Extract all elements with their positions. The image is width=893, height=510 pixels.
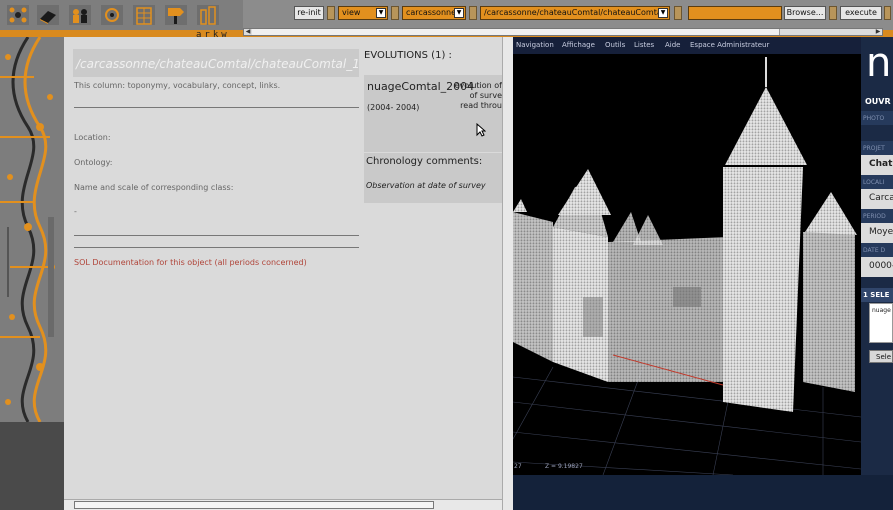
tower-icon[interactable]: [196, 4, 220, 26]
class-value: -: [74, 207, 77, 216]
date-label: DATE D: [863, 247, 886, 254]
left-decorative-panel: [0, 37, 64, 422]
signpost-icon[interactable]: [164, 4, 188, 26]
period-value: Moyen: [869, 227, 893, 237]
sol-documentation-link[interactable]: SOL Documentation for this object (all p…: [74, 258, 307, 267]
scroll-thumb[interactable]: [252, 29, 780, 35]
network-icon[interactable]: [6, 4, 30, 26]
menu-espace-admin[interactable]: Espace Administrateur: [690, 41, 769, 49]
period-row: PERIOD: [861, 209, 893, 223]
scroll-thumb[interactable]: [74, 501, 434, 509]
right-heading: OUVR: [865, 97, 891, 106]
middle-vertical-scrollbar[interactable]: [502, 37, 513, 510]
location-value-row: Carca: [861, 189, 893, 209]
path-select-value: /carcassonne/chateauComtal/chateauComtal…: [484, 8, 670, 17]
right-info-panel: n OUVR PHOTO PROJET Chat LOCALI Carca PE…: [861, 37, 893, 475]
chronology-heading: Chronology comments:: [366, 156, 483, 167]
circuit-decoration-icon: [0, 37, 55, 422]
divider: [74, 107, 359, 108]
menu-affichage[interactable]: Affichage: [562, 41, 595, 49]
evolutions-heading: EVOLUTIONS (1) :: [364, 50, 452, 61]
projet-value-row: Chat: [861, 155, 893, 175]
site-select[interactable]: carcassonne ▼: [402, 6, 466, 20]
evolution-desc-line: read throu: [460, 101, 502, 110]
target-icon[interactable]: [100, 4, 124, 26]
tool-icon-strip: [0, 0, 243, 30]
middle-horizontal-scrollbar[interactable]: [64, 499, 502, 510]
name-scale-label: Name and scale of corresponding class:: [74, 183, 234, 192]
selection-header: 1 SELE: [861, 288, 893, 302]
building-icon[interactable]: [132, 4, 156, 26]
toolbar-separator: [829, 6, 837, 20]
left-bottom-area: [0, 422, 64, 510]
path-select[interactable]: /carcassonne/chateauComtal/chateauComtal…: [480, 6, 670, 20]
scroll-right-icon[interactable]: ▶: [874, 29, 882, 35]
toolbar-separator: [674, 6, 682, 20]
location-row: LOCALI: [861, 175, 893, 189]
mouse-cursor-icon: [476, 123, 486, 137]
select-button[interactable]: Sele: [869, 350, 893, 363]
chevron-down-icon[interactable]: ▼: [658, 8, 668, 18]
menu-navigation[interactable]: Navigation: [516, 41, 554, 49]
date-row: DATE D: [861, 243, 893, 257]
coord-readout-left: 27: [514, 463, 522, 470]
file-path-input[interactable]: [688, 6, 782, 20]
column-description: This column: toponymy, vocabulary, conce…: [74, 81, 281, 90]
viewer-footer: [513, 475, 893, 510]
coord-readout-z: Z = 9.19827: [545, 463, 583, 470]
top-horizontal-scrollbar[interactable]: ◀ ▶: [243, 28, 883, 36]
selection-list-item[interactable]: nuage: [872, 307, 891, 314]
projet-label: PROJET: [863, 145, 885, 152]
app-root: re-init view ▼ carcassonne ▼ /carcassonn…: [0, 0, 893, 510]
chronology-text: Observation at date of survey: [366, 181, 486, 190]
point-cloud-viewer[interactable]: Navigation Affichage Outils Listes Aide …: [513, 37, 861, 475]
menu-listes[interactable]: Listes: [634, 41, 654, 49]
toolbar-separator: [391, 6, 399, 20]
projet-value: Chat: [869, 159, 893, 169]
evolution-card[interactable]: nuageComtal_2004 (2004- 2004) evolution …: [364, 75, 502, 152]
top-toolbar: re-init view ▼ carcassonne ▼ /carcassonn…: [0, 0, 893, 30]
selection-list[interactable]: nuage: [869, 303, 893, 343]
projet-row: PROJET: [861, 141, 893, 155]
location-value: Carca: [869, 193, 893, 203]
toolbar-separator: [884, 6, 891, 20]
location-label-right: LOCALI: [863, 179, 885, 186]
people-icon[interactable]: [68, 4, 92, 26]
viewer-menu-bar: Navigation Affichage Outils Listes Aide …: [513, 37, 861, 54]
selection-heading: 1 SELE: [863, 291, 890, 299]
menu-outils[interactable]: Outils: [605, 41, 625, 49]
book-icon[interactable]: [36, 4, 60, 26]
period-label: PERIOD: [863, 213, 886, 220]
photo-row: PHOTO: [861, 111, 893, 125]
toolbar-separator: [327, 6, 335, 20]
chevron-down-icon[interactable]: ▼: [454, 8, 464, 18]
view-select[interactable]: view ▼: [338, 6, 388, 20]
reinit-button[interactable]: re-init: [294, 6, 324, 20]
chevron-down-icon[interactable]: ▼: [376, 8, 386, 18]
divider: [74, 247, 359, 248]
ontology-label: Ontology:: [74, 158, 113, 167]
evolution-desc-line: evolution of: [454, 81, 502, 90]
object-path-title: /carcassonne/chateauComtal/chateauComtal…: [73, 49, 359, 77]
divider: [74, 235, 359, 236]
period-value-row: Moyen: [861, 223, 893, 243]
browse-button[interactable]: Browse...: [784, 6, 826, 20]
castle-point-cloud-icon[interactable]: [513, 37, 861, 475]
chronology-card: Chronology comments: Observation at date…: [364, 153, 502, 203]
evolution-dates: (2004- 2004): [367, 103, 420, 112]
execute-button[interactable]: execute: [840, 6, 882, 20]
photo-label: PHOTO: [863, 115, 885, 122]
site-select-value: carcassonne: [406, 8, 457, 17]
menu-aide[interactable]: Aide: [665, 41, 680, 49]
evolution-desc-line: of surve: [469, 91, 502, 100]
date-value-row: 0000-0: [861, 257, 893, 277]
view-select-value: view: [342, 8, 361, 17]
location-label: Location:: [74, 133, 111, 142]
scroll-left-icon[interactable]: ◀: [244, 29, 252, 35]
right-logo: n: [866, 40, 892, 86]
object-info-panel: /carcassonne/chateauComtal/chateauComtal…: [64, 37, 513, 510]
date-value: 0000-0: [869, 261, 893, 271]
toolbar-separator: [469, 6, 477, 20]
evolution-description: evolution of of surve read throu: [454, 81, 502, 111]
